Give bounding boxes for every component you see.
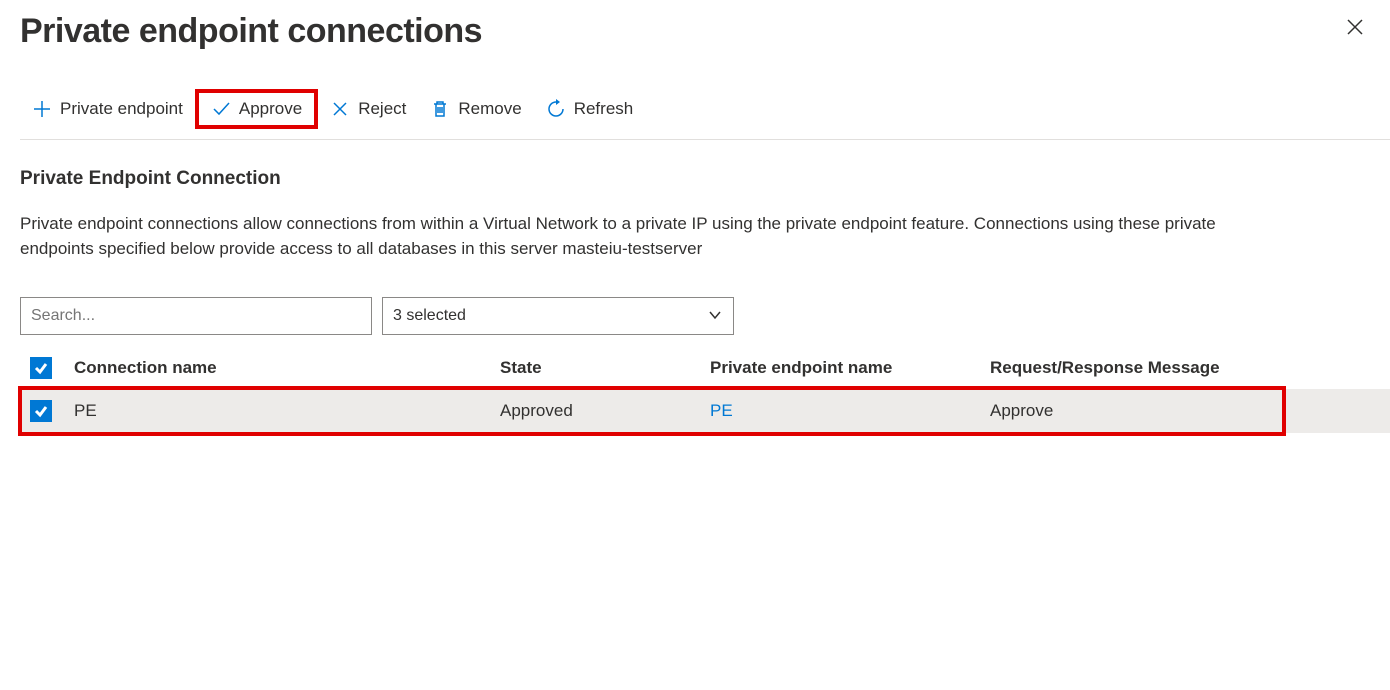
section-desc-line2: endpoints specified below provide access… [20,237,1390,262]
reject-button[interactable]: Reject [318,93,418,125]
approve-button[interactable]: Approve [195,89,318,129]
chevron-down-icon [707,307,723,326]
column-filter-label: 3 selected [393,307,466,325]
table-header-row: Connection name State Private endpoint n… [20,347,1390,389]
search-input[interactable] [20,297,372,335]
cell-message: Approve [990,401,1390,421]
checkmark-icon [211,99,231,119]
approve-button-label: Approve [239,99,302,119]
column-filter-select[interactable]: 3 selected [382,297,734,335]
reject-button-label: Reject [358,99,406,119]
cell-connection-name: PE [74,401,500,421]
refresh-button-label: Refresh [574,99,634,119]
section-desc-line1: Private endpoint connections allow conne… [20,212,1390,237]
remove-button-label: Remove [458,99,521,119]
add-private-endpoint-button[interactable]: Private endpoint [20,93,195,125]
refresh-icon [546,99,566,119]
trash-icon [430,99,450,119]
section-title: Private Endpoint Connection [20,168,1390,190]
remove-button[interactable]: Remove [418,93,533,125]
select-all-checkbox[interactable] [30,357,52,379]
pec-section: Private Endpoint Connection Private endp… [20,168,1390,261]
col-header-state[interactable]: State [500,358,710,378]
table-row[interactable]: PE Approved PE Approve [20,389,1390,433]
close-icon [1346,18,1364,36]
add-private-endpoint-label: Private endpoint [60,99,183,119]
page-header: Private endpoint connections [20,12,1390,51]
command-bar: Private endpoint Approve Reject Remove R [20,89,1390,140]
cell-pe-name-link[interactable]: PE [710,401,733,420]
filter-row: 3 selected [20,297,1390,335]
close-button[interactable] [1340,12,1370,46]
col-header-pe-name[interactable]: Private endpoint name [710,358,990,378]
col-header-message[interactable]: Request/Response Message [990,358,1390,378]
connections-table: Connection name State Private endpoint n… [20,347,1390,433]
plus-icon [32,99,52,119]
col-header-name[interactable]: Connection name [74,358,500,378]
refresh-button[interactable]: Refresh [534,93,646,125]
page-title: Private endpoint connections [20,12,482,51]
cell-state: Approved [500,401,710,421]
x-icon [330,99,350,119]
section-description: Private endpoint connections allow conne… [20,212,1390,261]
row-checkbox[interactable] [30,400,52,422]
